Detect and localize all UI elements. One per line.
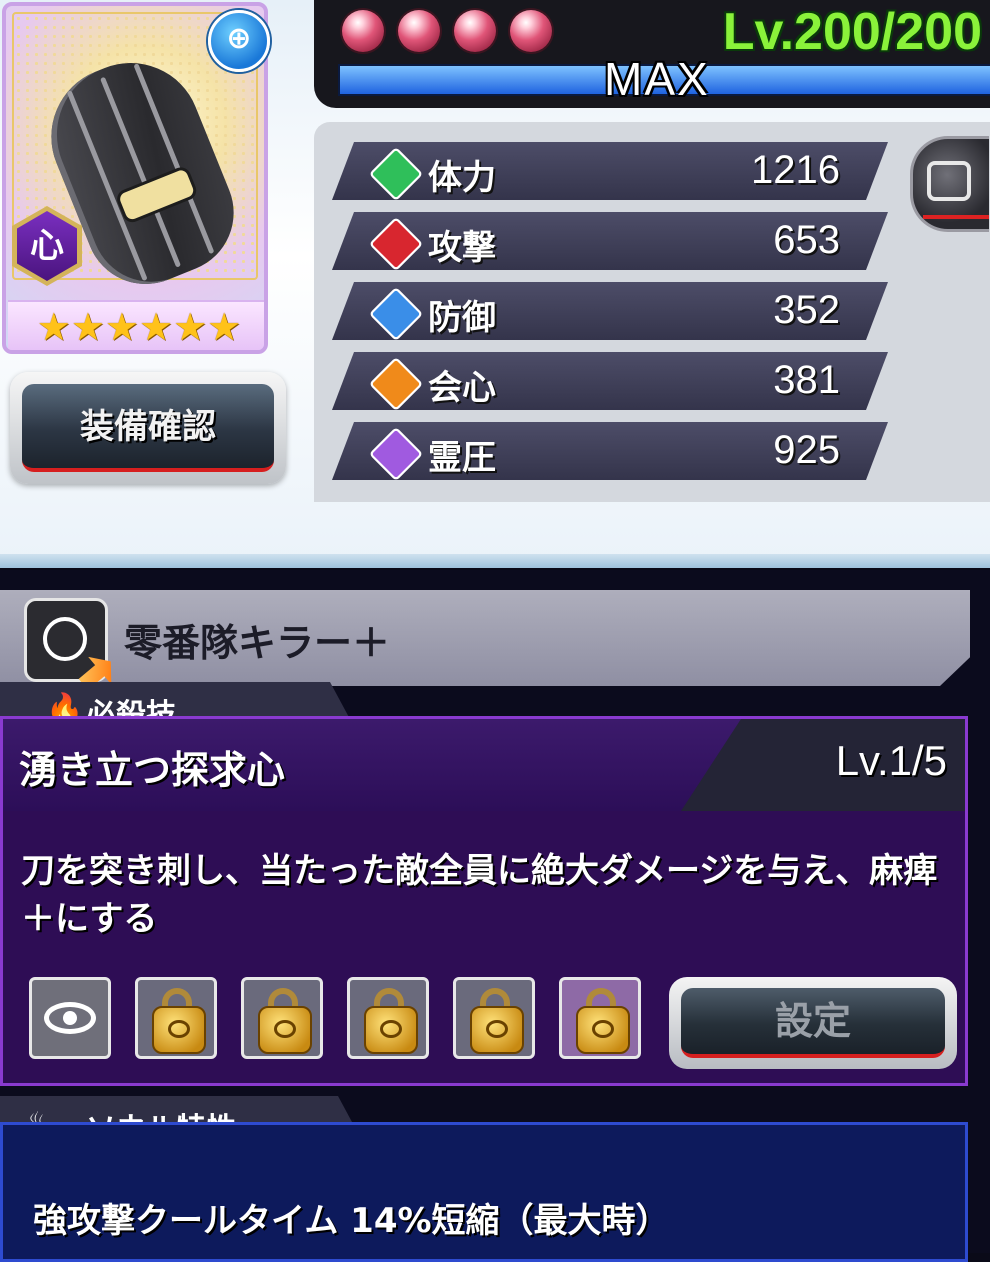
special-move-level: Lv.1/5: [835, 737, 947, 784]
stat-row-hp: 体力 1216: [332, 142, 888, 200]
stat-value: 381: [773, 358, 840, 402]
orb-icon: [454, 10, 496, 52]
soul-trait-text: 強攻撃クールタイム 14%短縮（最大時）: [33, 1201, 670, 1241]
star-icon: ★: [173, 305, 208, 349]
stats-detail-button[interactable]: [910, 136, 989, 232]
passive-skill-bar[interactable]: 零番隊キラー＋: [0, 590, 970, 686]
equip-check-label: 装備確認: [22, 384, 274, 472]
reiatsu-icon: [369, 427, 423, 481]
star-icon: ★: [139, 305, 174, 349]
orb-icon: [398, 10, 440, 52]
eye-icon: [44, 1002, 96, 1034]
attack-icon: [369, 217, 423, 271]
stat-label: 霊圧: [428, 438, 496, 478]
detail-icon: [927, 161, 971, 201]
star-icon: ★: [104, 305, 139, 349]
attribute-badge-label: 心: [17, 211, 77, 281]
level-text: Lv.200/200: [722, 3, 982, 61]
star-icon: ★: [70, 305, 105, 349]
lock-icon: [470, 1006, 524, 1054]
stat-value: 352: [773, 288, 840, 332]
passive-skill-name: 零番隊キラー＋: [124, 621, 391, 665]
special-move-name: 湧き立つ探求心: [19, 748, 286, 792]
star-icon: ★: [36, 305, 71, 349]
skill-slots: [29, 977, 641, 1059]
locked-slot[interactable]: [453, 977, 535, 1059]
rarity-stars: ★ ★ ★ ★ ★ ★: [8, 300, 264, 350]
stat-label: 会心: [428, 368, 496, 408]
stat-value: 1216: [751, 148, 840, 192]
locked-slot[interactable]: [559, 977, 641, 1059]
soul-trait-panel: 強攻撃クールタイム 14%短縮（最大時）: [0, 1122, 968, 1262]
preview-button[interactable]: [29, 977, 111, 1059]
orb-icon: [342, 10, 384, 52]
zoom-icon[interactable]: ⊕: [208, 10, 270, 72]
equip-check-button[interactable]: 装備確認: [10, 372, 286, 484]
set-button-label: 設定: [681, 988, 945, 1058]
character-panel: 心 ★ ★ ★ ★ ★ ★ ⊕ 装備確認 Lv.200/200 MAX 体力 1…: [0, 0, 990, 568]
lock-icon: [152, 1006, 206, 1054]
lock-icon: [364, 1006, 418, 1054]
stat-value: 925: [773, 428, 840, 472]
locked-slot[interactable]: [347, 977, 429, 1059]
stat-row-reiatsu: 霊圧 925: [332, 422, 888, 480]
locked-slot[interactable]: [135, 977, 217, 1059]
level-box: Lv.200/200 MAX: [314, 0, 990, 108]
stat-label: 攻撃: [428, 228, 496, 268]
special-move-header: 湧き立つ探求心 Lv.1/5: [3, 719, 965, 811]
critical-icon: [369, 357, 423, 411]
hp-icon: [369, 147, 423, 201]
stat-value: 653: [773, 218, 840, 262]
special-move-panel: 湧き立つ探求心 Lv.1/5 刀を突き刺し、当たった敵全員に絶大ダメージを与え、…: [0, 716, 968, 1086]
stat-label: 体力: [428, 158, 496, 198]
lock-icon: [258, 1006, 312, 1054]
stat-row-critical: 会心 381: [332, 352, 888, 410]
orb-icon: [510, 10, 552, 52]
defense-icon: [369, 287, 423, 341]
skill-section: 零番隊キラー＋ 🔥 必殺技 湧き立つ探求心 Lv.1/5 刀を突き刺し、当たった…: [0, 570, 990, 1262]
limit-break-orbs: [342, 10, 552, 52]
passive-skill-icon: [24, 598, 108, 682]
lock-icon: [576, 1006, 630, 1054]
stats-panel: 体力 1216 攻撃 653 防御 352 会心 381 霊圧 925: [314, 122, 990, 502]
set-button[interactable]: 設定: [669, 977, 957, 1069]
star-icon: ★: [207, 305, 242, 349]
special-move-description: 刀を突き刺し、当たった敵全員に絶大ダメージを与え、麻痺＋にする: [21, 851, 938, 939]
stat-row-attack: 攻撃 653: [332, 212, 888, 270]
stat-label: 防御: [428, 298, 496, 338]
locked-slot[interactable]: [241, 977, 323, 1059]
stat-row-defense: 防御 352: [332, 282, 888, 340]
exp-max-label: MAX: [604, 53, 710, 105]
